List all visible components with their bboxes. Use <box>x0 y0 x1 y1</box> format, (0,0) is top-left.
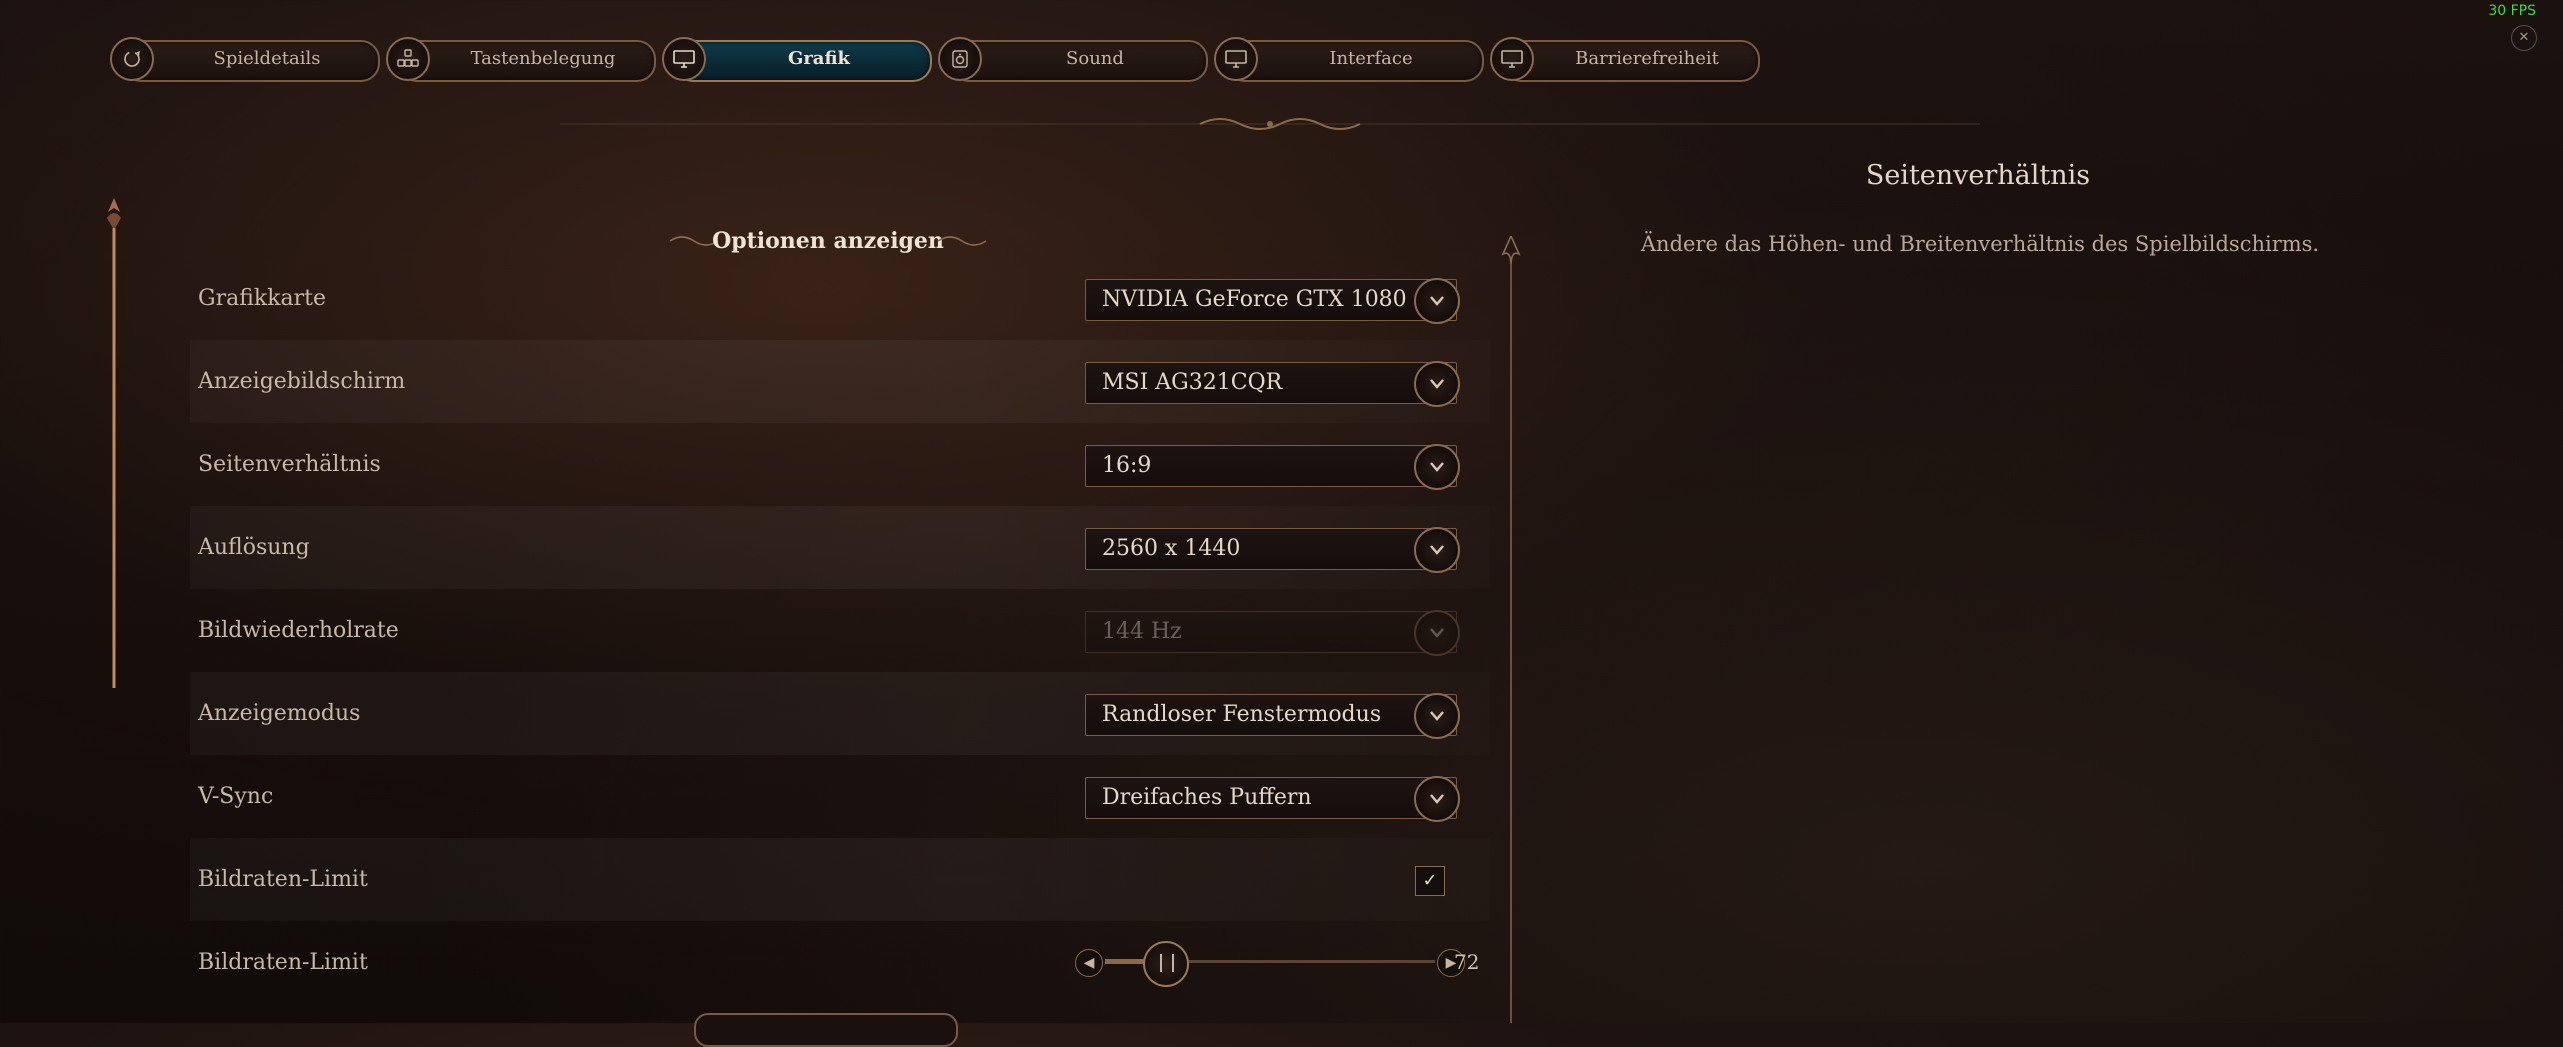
monitor-icon <box>662 37 706 81</box>
panel-divider <box>1501 236 1521 1023</box>
fps-counter: 30 FPS <box>2488 3 2536 19</box>
setting-row-aufloesung: Auflösung 2560 x 1440 <box>190 506 1490 589</box>
dropdown-value: MSI AG321CQR <box>1102 370 1283 395</box>
scroll-rail[interactable] <box>104 198 124 688</box>
refresh-circle-icon <box>110 37 154 81</box>
tab-sound[interactable]: Sound <box>938 37 1208 82</box>
tab-label: Interface <box>1329 48 1413 69</box>
keys-icon <box>386 37 430 81</box>
display-dropdown[interactable]: MSI AG321CQR <box>1085 361 1460 407</box>
setting-label: Seitenverhältnis <box>198 452 381 477</box>
tab-label: Grafik <box>787 48 851 69</box>
tab-barrierefreiheit[interactable]: Barrierefreiheit <box>1490 37 1760 82</box>
display-mode-dropdown[interactable]: Randloser Fenstermodus <box>1085 693 1460 739</box>
dropdown-value: 2560 x 1440 <box>1102 536 1241 561</box>
setting-row-anzeigemodus: Anzeigemodus Randloser Fenstermodus <box>190 672 1490 755</box>
gpu-dropdown[interactable]: NVIDIA GeForce GTX 1080 <box>1085 278 1460 324</box>
tab-label: Tastenbelegung <box>470 48 616 69</box>
framerate-limit-slider[interactable]: ◀ ▶ <box>1075 939 1465 987</box>
monitor-icon <box>1214 37 1258 81</box>
description-title: Seitenverhältnis <box>1865 160 2091 191</box>
setting-label: Auflösung <box>198 535 310 560</box>
reset-button[interactable] <box>694 1013 958 1047</box>
description-text: Ändere das Höhen- und Breitenverhältnis … <box>1640 232 2320 256</box>
setting-label: Anzeigebildschirm <box>198 369 406 394</box>
chevron-down-icon[interactable] <box>1414 527 1460 573</box>
vsync-dropdown[interactable]: Dreifaches Puffern <box>1085 776 1460 822</box>
dropdown-value: Dreifaches Puffern <box>1102 785 1312 810</box>
tab-tastenbelegung[interactable]: Tastenbelegung <box>386 37 656 82</box>
chevron-down-icon[interactable] <box>1414 444 1460 490</box>
dropdown-value: Randloser Fenstermodus <box>1102 702 1382 727</box>
setting-label: Grafikkarte <box>198 286 327 311</box>
chevron-down-icon[interactable] <box>1414 361 1460 407</box>
monitor-icon <box>1490 37 1534 81</box>
resolution-dropdown[interactable]: 2560 x 1440 <box>1085 527 1460 573</box>
tab-interface[interactable]: Interface <box>1214 37 1484 82</box>
refresh-rate-dropdown: 144 Hz <box>1085 610 1460 656</box>
framerate-limit-checkbox[interactable]: ✓ <box>1415 866 1445 896</box>
close-icon[interactable]: ✕ <box>2511 25 2537 51</box>
setting-row-bildwiederholrate: Bildwiederholrate 144 Hz <box>190 589 1490 672</box>
header-ornament <box>560 118 1980 130</box>
setting-label: Anzeigemodus <box>198 701 361 726</box>
setting-row-anzeigebildschirm: Anzeigebildschirm MSI AG321CQR <box>190 340 1490 423</box>
aspect-ratio-dropdown[interactable]: 16:9 <box>1085 444 1460 490</box>
chevron-down-icon <box>1414 610 1460 656</box>
tab-label: Spieldetails <box>213 48 321 69</box>
tab-label: Sound <box>1066 48 1124 69</box>
chevron-left-icon[interactable]: ◀ <box>1075 949 1103 977</box>
setting-label: Bildraten-Limit <box>198 867 368 892</box>
chevron-down-icon[interactable] <box>1414 278 1460 324</box>
setting-row-grafikkarte: Grafikkarte NVIDIA GeForce GTX 1080 <box>190 257 1490 340</box>
setting-row-bildraten-limit-slider: Bildraten-Limit ◀ ▶ 72 <box>190 921 1490 1004</box>
section-header: Optionen anzeigen <box>668 224 988 258</box>
setting-label: Bildwiederholrate <box>198 618 399 643</box>
chevron-down-icon[interactable] <box>1414 693 1460 739</box>
setting-row-seitenverhaeltnis: Seitenverhältnis 16:9 <box>190 423 1490 506</box>
slider-value: 72 <box>1454 950 1480 974</box>
setting-row-vsync: V-Sync Dreifaches Puffern <box>190 755 1490 838</box>
slider-thumb[interactable] <box>1143 941 1190 987</box>
dropdown-value: NVIDIA GeForce GTX 1080 <box>1102 287 1407 312</box>
setting-label: Bildraten-Limit <box>198 950 368 975</box>
chevron-down-icon[interactable] <box>1414 776 1460 822</box>
tab-label: Barrierefreiheit <box>1575 48 1719 69</box>
dropdown-value: 144 Hz <box>1102 619 1182 644</box>
speaker-icon <box>938 37 982 81</box>
tab-spieldetails[interactable]: Spieldetails <box>110 37 380 82</box>
setting-label: V-Sync <box>198 784 274 809</box>
tab-grafik[interactable]: Grafik <box>662 37 932 82</box>
setting-row-bildraten-limit-toggle: Bildraten-Limit ✓ <box>190 838 1490 921</box>
dropdown-value: 16:9 <box>1102 453 1152 478</box>
